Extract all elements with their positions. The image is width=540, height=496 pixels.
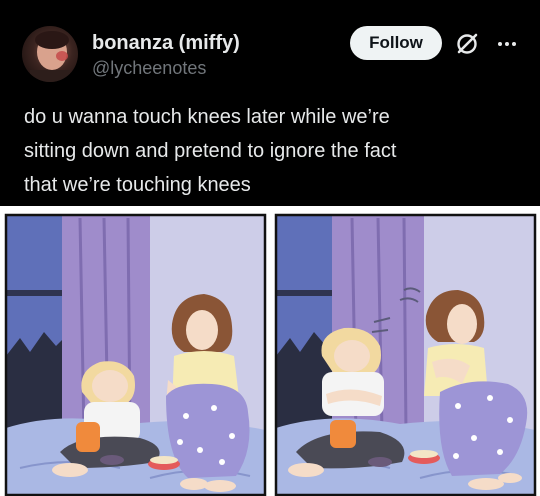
tweet-text-line: do u wanna touch knees later while we’re bbox=[24, 106, 390, 128]
comic-panel-1 bbox=[4, 213, 267, 496]
avatar[interactable] bbox=[22, 26, 78, 82]
tweet-text-line: that we’re touching knees bbox=[24, 174, 251, 196]
avatar-image bbox=[30, 31, 70, 82]
display-name[interactable]: bonanza (miffy) bbox=[92, 32, 240, 55]
comic-image[interactable] bbox=[0, 206, 540, 496]
comic-panel-2 bbox=[274, 213, 537, 496]
grok-icon[interactable] bbox=[454, 31, 480, 57]
follow-button[interactable]: Follow bbox=[350, 26, 442, 60]
grok-icon-glyph bbox=[457, 33, 478, 54]
more-icon-glyph bbox=[498, 42, 516, 46]
tweet-header: bonanza (miffy) @lycheenotes Follow bbox=[0, 0, 540, 100]
user-handle[interactable]: @lycheenotes bbox=[92, 58, 206, 79]
tweet-text: do u wanna touch knees later while we’re… bbox=[24, 100, 524, 202]
comic-illustration bbox=[4, 213, 537, 496]
more-icon[interactable] bbox=[494, 31, 520, 57]
tweet-text-line: sitting down and pretend to ignore the f… bbox=[24, 140, 397, 162]
